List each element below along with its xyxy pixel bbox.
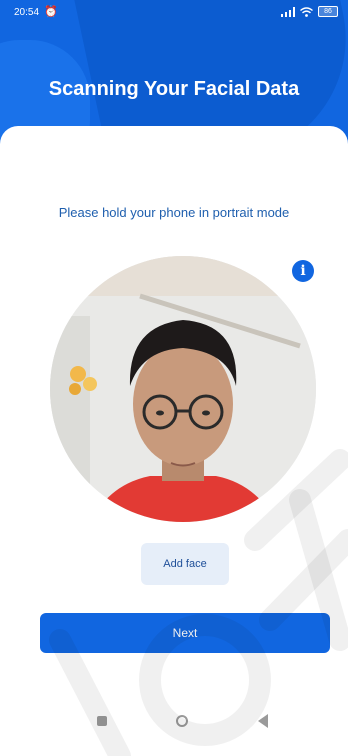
wifi-icon	[300, 6, 313, 17]
nav-home-icon[interactable]	[176, 715, 188, 727]
add-face-button[interactable]: Add face	[141, 543, 229, 585]
nav-recents-icon[interactable]	[97, 716, 107, 726]
system-nav-bar	[0, 706, 348, 756]
camera-preview	[50, 256, 316, 522]
nav-back-icon[interactable]	[258, 714, 268, 728]
page-title: Scanning Your Facial Data	[48, 78, 300, 100]
info-icon[interactable]: i	[292, 260, 314, 282]
battery-icon: 86	[318, 6, 338, 17]
instruction-text: Please hold your phone in portrait mode	[58, 205, 290, 220]
signal-icon	[281, 6, 295, 17]
status-icons: 86	[281, 6, 338, 17]
face-photo	[50, 256, 316, 522]
alarm-icon: ⏰	[44, 6, 58, 18]
status-bar: 20:54 ⏰ 86	[0, 0, 348, 26]
next-button[interactable]: Next	[40, 613, 330, 653]
status-time: 20:54	[14, 7, 40, 18]
